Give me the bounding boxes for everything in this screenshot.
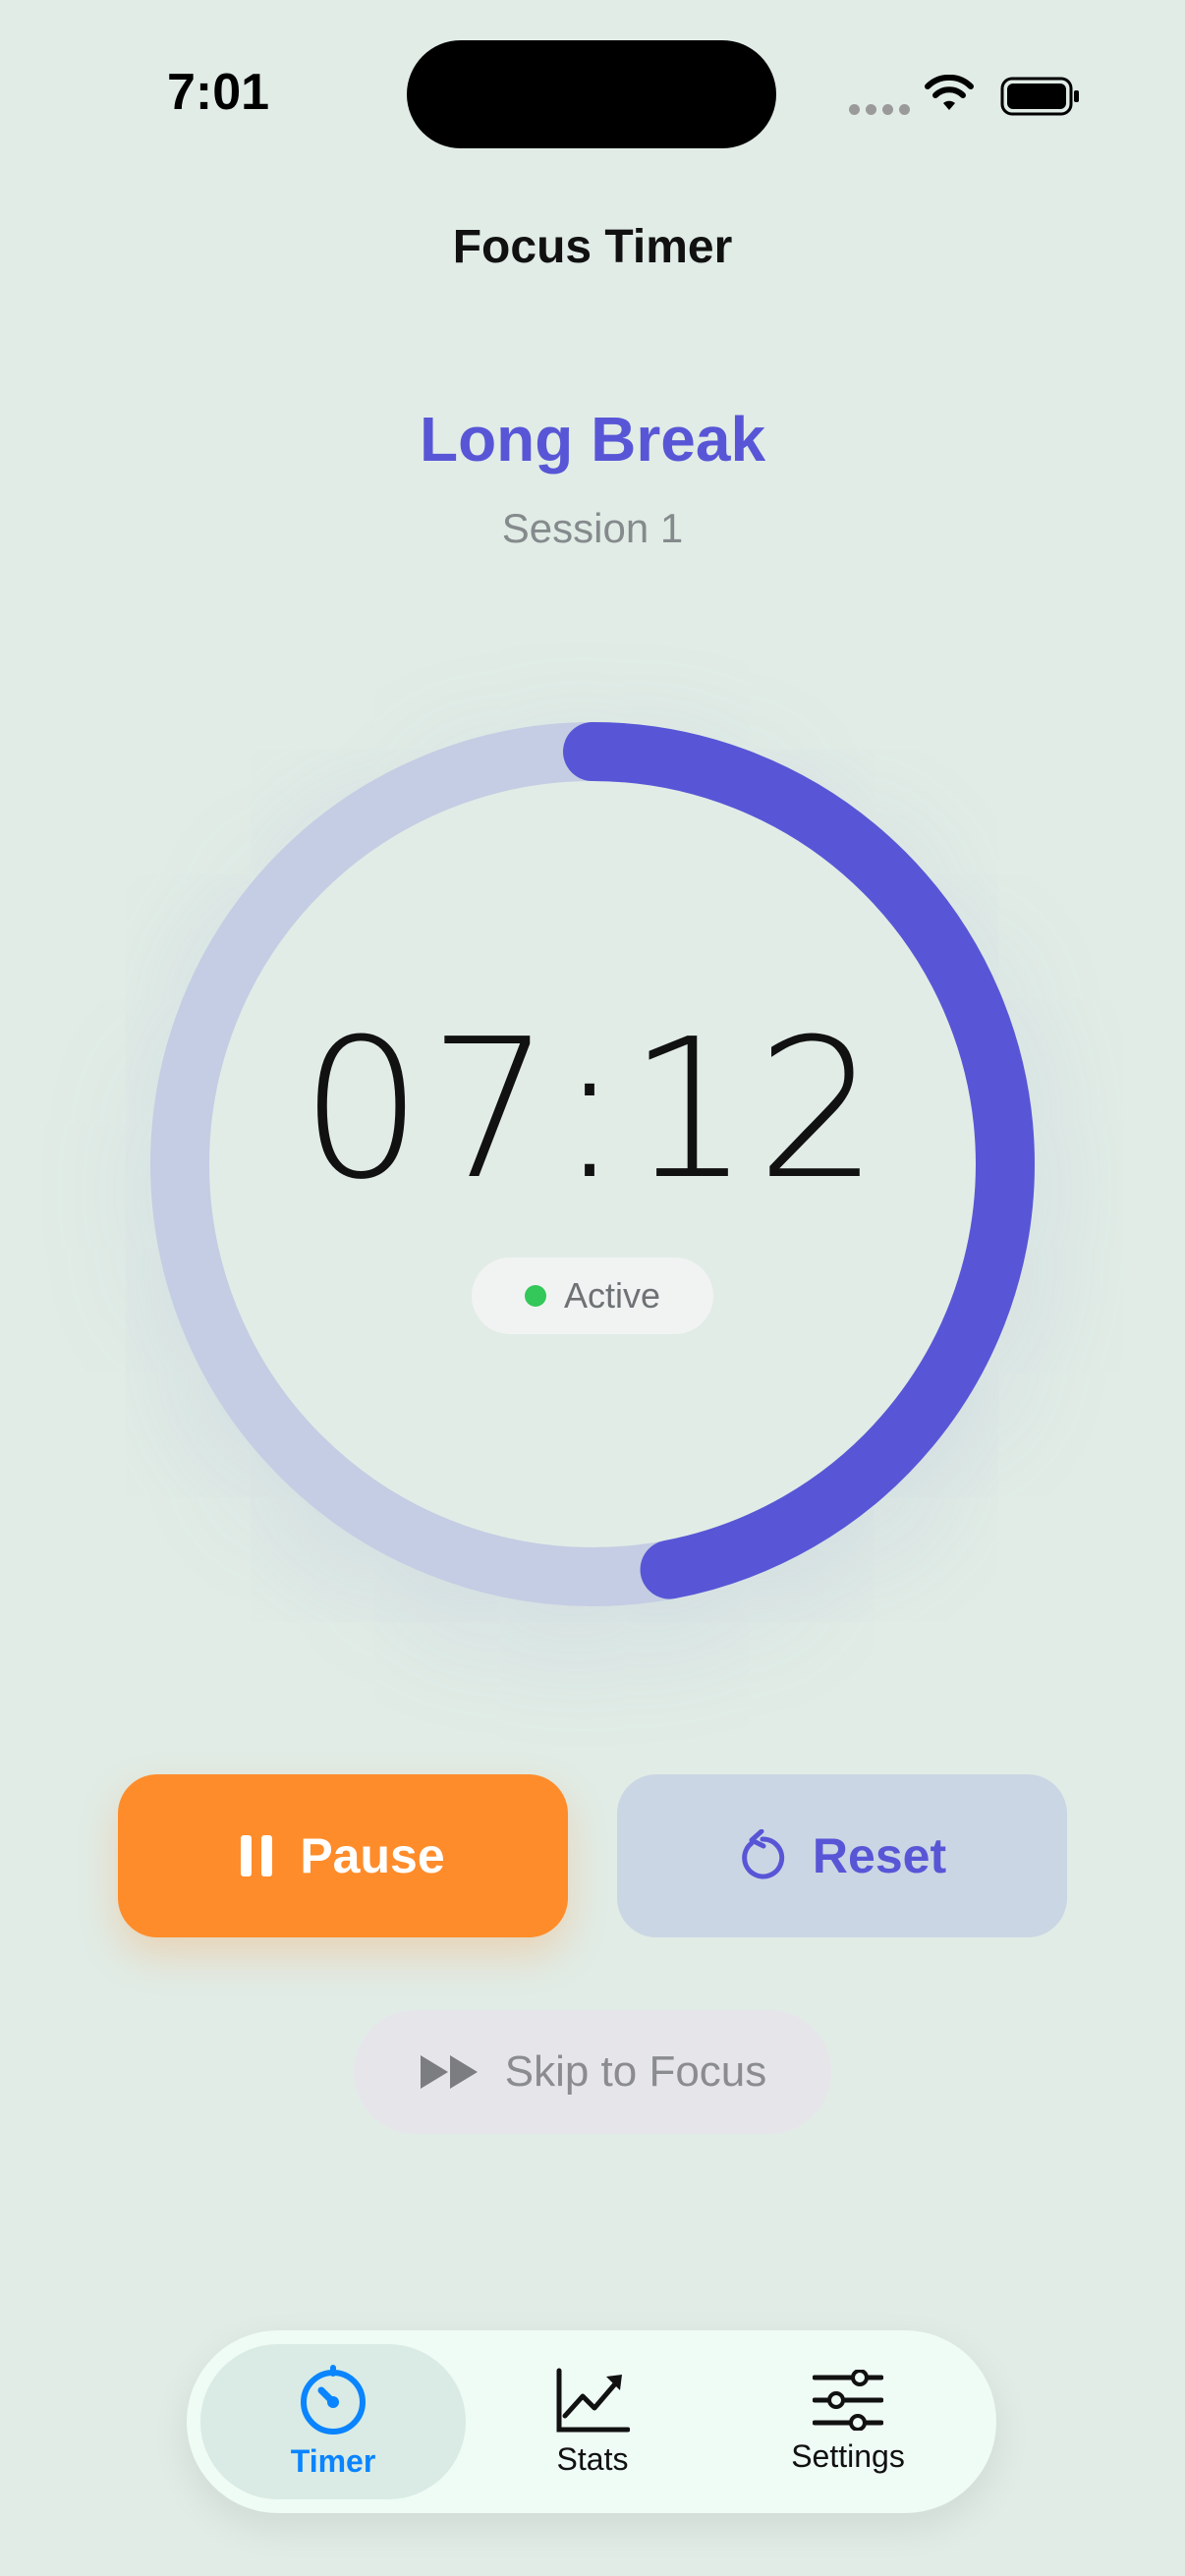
reset-button[interactable]: Reset — [617, 1774, 1067, 1937]
stopwatch-icon — [301, 2364, 366, 2435]
signal-dots-icon — [849, 104, 910, 115]
page-title: Focus Timer — [452, 221, 733, 273]
wifi-icon — [925, 75, 974, 110]
tab-bar: Timer Stats Settings — [187, 2330, 996, 2513]
skip-button[interactable]: Skip to Focus — [354, 2010, 831, 2134]
tab-timer[interactable]: Timer — [200, 2344, 466, 2499]
reset-icon — [742, 1829, 785, 1879]
time-remaining: 07:12 — [300, 998, 885, 1222]
chart-icon — [556, 2368, 630, 2432]
battery-icon — [1000, 77, 1079, 116]
tab-settings[interactable]: Settings — [717, 2344, 979, 2499]
session-label: Session 1 — [501, 505, 684, 551]
status-label: Active — [563, 1275, 661, 1316]
sliders-icon — [813, 2369, 883, 2431]
timer-mode-title: Long Break — [419, 404, 766, 475]
pause-button[interactable]: Pause — [118, 1774, 568, 1937]
reset-label: Reset — [812, 1828, 947, 1883]
pause-icon — [241, 1835, 273, 1876]
skip-label: Skip to Focus — [504, 2047, 767, 2096]
dynamic-island — [407, 40, 776, 148]
tab-label-settings: Settings — [791, 2437, 905, 2474]
tab-stats[interactable]: Stats — [472, 2344, 713, 2499]
pause-label: Pause — [300, 1828, 445, 1883]
tab-label-timer: Timer — [290, 2442, 376, 2479]
status-badge: Active — [472, 1258, 713, 1334]
tab-label-stats: Stats — [556, 2440, 629, 2477]
status-time: 7:01 — [167, 64, 270, 121]
fast-forward-icon — [420, 2055, 478, 2089]
status-dot-icon — [524, 1285, 546, 1307]
